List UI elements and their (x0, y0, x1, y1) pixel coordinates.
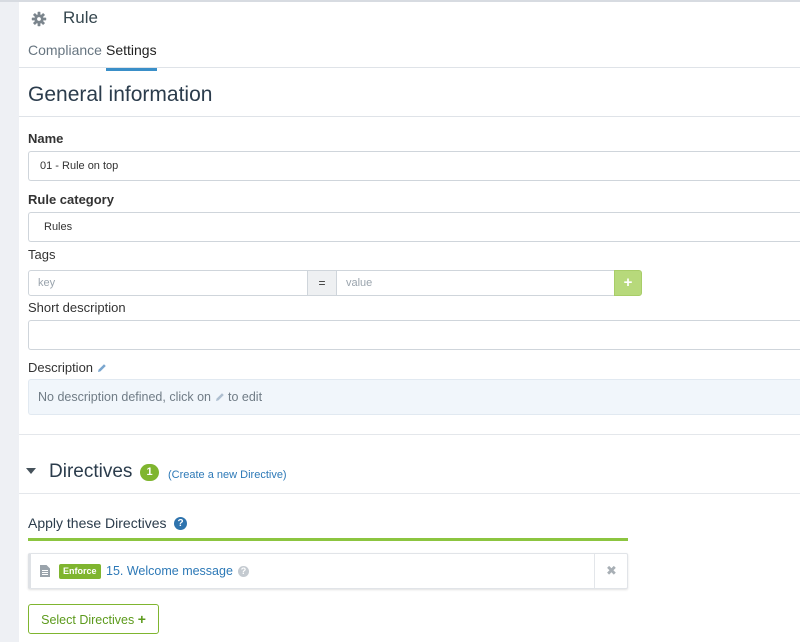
pencil-icon (215, 393, 224, 401)
directive-item: Enforce 15. Welcome message ? ✖ (28, 553, 628, 589)
name-label: Name (28, 131, 64, 146)
description-placeholder-end: to edit (227, 390, 263, 404)
tag-equals-sign: = (307, 270, 337, 296)
description-label-row: Description (28, 360, 107, 375)
divider (19, 434, 800, 435)
apply-directives-label: Apply these Directives (28, 515, 167, 531)
directives-title[interactable]: Directives (49, 461, 132, 483)
left-strip (0, 0, 19, 642)
description-placeholder-start: No description defined, click on (38, 390, 212, 404)
name-input[interactable]: 01 - Rule on top (28, 151, 800, 181)
rule-header: Rule Compliance Settings (19, 2, 800, 71)
plus-icon: + (137, 611, 146, 627)
rule-category-select[interactable]: Rules (28, 212, 800, 242)
description-label: Description (28, 360, 94, 375)
caret-down-icon[interactable] (26, 468, 36, 474)
directives-count-badge: 1 (140, 464, 159, 481)
select-directives-label: Select Directives (41, 613, 135, 627)
pencil-icon[interactable] (97, 363, 107, 373)
rule-category-label: Rule category (28, 192, 114, 207)
create-directive-link[interactable]: (Create a new Directive) (168, 469, 287, 481)
enforce-badge: Enforce (59, 564, 101, 579)
tag-value-input[interactable]: value (336, 270, 615, 296)
rule-panel: Rule Compliance Settings General informa… (19, 2, 800, 642)
directive-name-link[interactable]: 15. Welcome message (106, 564, 233, 578)
gear-icon (31, 11, 47, 27)
select-directives-button[interactable]: Select Directives + (28, 604, 159, 634)
page-title: Rule (63, 8, 98, 27)
tags-label: Tags (28, 247, 56, 262)
tag-key-input[interactable]: key (28, 270, 308, 296)
divider (19, 493, 800, 494)
help-icon[interactable]: ? (174, 517, 187, 530)
document-icon (40, 565, 50, 577)
remove-directive-button[interactable]: ✖ (594, 554, 628, 588)
divider (19, 116, 800, 117)
add-tag-button[interactable]: + (614, 270, 642, 296)
short-description-input[interactable] (28, 320, 800, 350)
tags-row: key = value + (28, 270, 642, 296)
help-icon[interactable]: ? (238, 566, 249, 577)
tab-settings[interactable]: Settings (106, 42, 157, 71)
short-description-label: Short description (28, 300, 126, 315)
tab-compliance[interactable]: Compliance (28, 42, 102, 58)
apply-directives-underline (28, 538, 628, 541)
description-box[interactable]: No description defined, click on to edit (28, 379, 800, 415)
general-information-title: General information (28, 83, 213, 106)
